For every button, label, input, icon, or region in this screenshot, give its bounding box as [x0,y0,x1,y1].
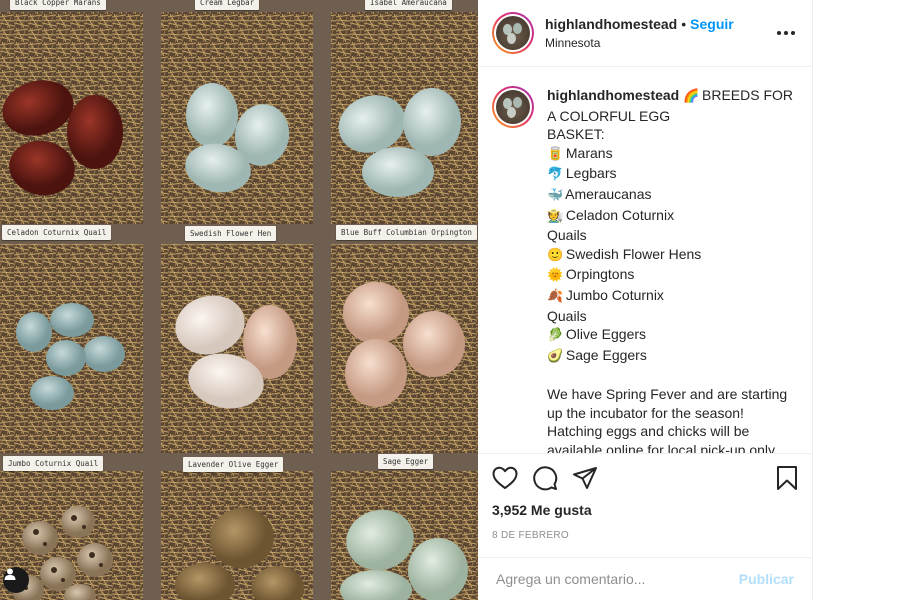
bookmark-icon[interactable] [758,458,798,498]
greens-emoji: 🥬 [547,328,564,344]
sun-emoji: 🌞 [547,268,564,284]
breed-tag: Isabel Ameraucana [365,0,452,10]
breed-tag: Jumbo Coturnix Quail [3,456,104,471]
caption-line-text: Celadon Coturnix [565,206,675,223]
breed-tag: Black Copper Marans [10,0,106,10]
post-header: highlandhomestead • Seguir Minnesota [478,0,812,67]
caption-line-text: Swedish Flower Hens [565,245,702,262]
caption-line: 🙂 Swedish Flower Hens [547,245,797,266]
rainbow-emoji: 🌈 [683,89,700,104]
caption-line: Quails [547,307,797,326]
caption-line: 🥬 Olive Eggers [547,325,797,346]
caption-line: 🍂 Jumbo Coturnix [547,286,797,307]
breed-tag: Sage Egger [378,454,434,469]
caption-line-text: A COLORFUL EGG [547,107,671,124]
farmer-emoji: 🧑‍🌾 [547,208,564,224]
caption-line: highlandhomestead 🌈 BREEDS FOR [547,86,797,107]
caption-line-text: Ameraucanas [565,185,652,202]
smile-emoji: 🙂 [547,247,564,263]
post-side-panel: highlandhomestead • Seguir Minnesota hig… [478,0,813,600]
caption-area[interactable]: highlandhomestead 🌈 BREEDS FOR A COLORFU… [478,68,812,453]
caption-line-text: Legbars [565,165,617,182]
tagged-users-icon[interactable] [3,567,29,593]
caption-line-text: Olive Eggers [565,326,647,343]
caption-line-text: BASKET: [547,126,605,143]
leaves-emoji: 🍂 [547,288,564,304]
caption-text: highlandhomestead 🌈 BREEDS FOR A COLORFU… [547,86,797,453]
location-link[interactable]: Minnesota [545,36,774,50]
follow-button[interactable]: Seguir [690,16,734,32]
likes-count[interactable]: 3,952 Me gusta [492,502,798,518]
caption-line-text: BREEDS FOR [702,87,794,103]
caption-line: BASKET: [547,125,797,144]
avocado-emoji: 🥑 [547,348,564,364]
separator-dot: • [681,16,687,32]
caption-paragraph: We have Spring Fever and are starting up… [547,385,788,453]
caption-username[interactable]: highlandhomestead [547,87,679,103]
comment-input[interactable] [496,571,739,587]
can-emoji: 🥫 [547,146,564,162]
caption-line: 🥑 Sage Eggers [547,346,797,367]
header-username[interactable]: highlandhomestead [545,16,677,32]
caption-line: A COLORFUL EGG [547,107,797,126]
post-photo[interactable]: Black Copper Marans Cream Legbar Isabel … [0,0,478,600]
caption-line-text: Marans [565,144,613,161]
whale-emoji: 🐳 [547,187,564,203]
breed-tag: Celadon Coturnix Quail [2,225,112,240]
heart-icon[interactable] [492,458,532,498]
caption-line: 🐳 Ameraucanas [547,185,797,206]
breed-tag: Lavender Olive Egger [183,457,284,472]
avatar[interactable] [492,12,534,54]
breed-tag: Swedish Flower Hen [185,226,277,241]
publish-button[interactable]: Publicar [739,571,794,587]
egg-crate-image [0,0,478,600]
caption-line: 🐬 Legbars [547,164,797,185]
post-date[interactable]: 8 DE FEBRERO [492,530,798,541]
breed-tag: Cream Legbar [195,0,260,10]
comment-form: Publicar [478,557,812,600]
breed-tag: Blue Buff Columbian Orpington [336,225,477,240]
caption: highlandhomestead 🌈 BREEDS FOR A COLORFU… [492,86,798,453]
comment-icon[interactable] [532,458,572,498]
dolphin-emoji: 🐬 [547,167,564,183]
post-actions: 3,952 Me gusta 8 DE FEBRERO [478,453,812,541]
caption-line-text: Orpingtons [565,266,635,283]
caption-line-text: Jumbo Coturnix [565,286,664,303]
caption-line-text: Quails [547,227,587,244]
caption-line: 🌞 Orpingtons [547,265,797,286]
caption-line-text: Quails [547,307,587,324]
share-icon[interactable] [572,458,612,498]
caption-avatar[interactable] [492,86,534,128]
caption-line-text: Sage Eggers [565,346,647,363]
caption-line: 🥫 Marans [547,144,797,165]
more-options-icon[interactable] [774,31,798,35]
caption-line: Quails [547,226,797,245]
caption-line: 🧑‍🌾 Celadon Coturnix [547,206,797,227]
